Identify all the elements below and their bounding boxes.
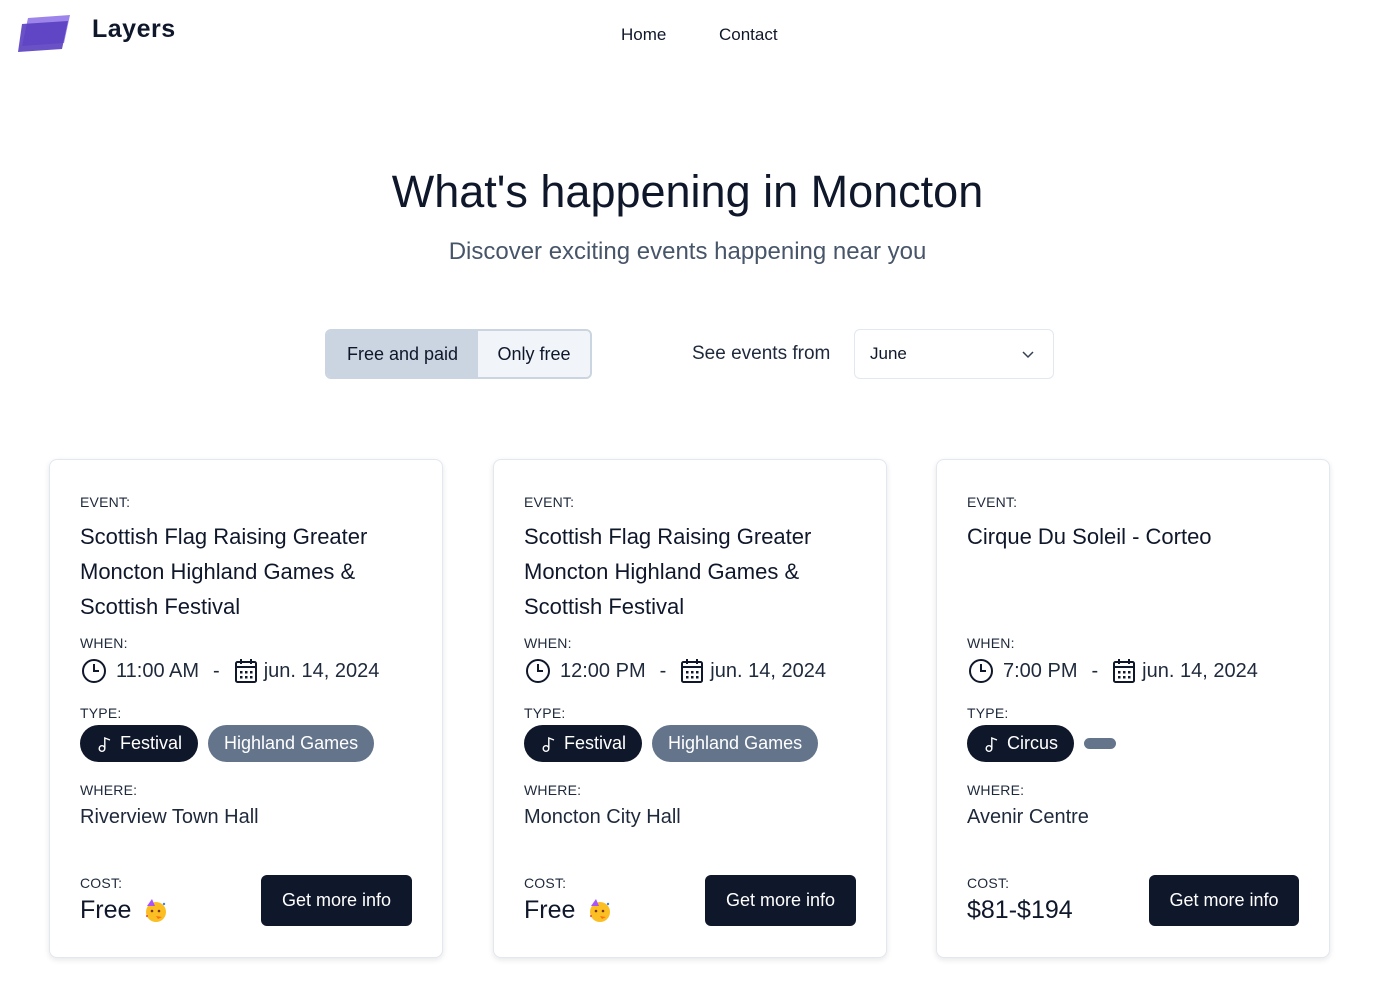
only-free-option[interactable]: Only free (478, 331, 590, 377)
events-from-label: See events from (692, 343, 831, 364)
month-select[interactable]: June (854, 329, 1054, 379)
event-location: Moncton City Hall (524, 806, 681, 828)
type-label: TYPE: (524, 705, 566, 721)
when-label: WHEN: (967, 635, 1015, 651)
type-tag-primary[interactable]: Festival (80, 725, 199, 762)
when-label: WHEN: (524, 635, 572, 651)
where-label: WHERE: (524, 782, 582, 798)
music-note-icon (985, 736, 998, 752)
get-more-info-button[interactable]: Get more info (261, 875, 412, 926)
event-location: Riverview Town Hall (80, 806, 259, 828)
where-label: WHERE: (80, 782, 138, 798)
type-label: TYPE: (80, 705, 122, 721)
page-title: What's happening in Moncton (391, 166, 984, 217)
brand-name[interactable]: Layers (92, 15, 176, 44)
event-card: EVENT: Scottish Flag Raising Greater Mon… (493, 459, 887, 958)
event-type-tags: Festival Highland Games (524, 725, 828, 762)
site-header: Layers Home Contact (0, 0, 1375, 72)
calendar-icon (1113, 659, 1136, 683)
where-label: WHERE: (967, 782, 1025, 798)
get-more-info-button[interactable]: Get more info (1149, 875, 1299, 926)
event-cost: Free (524, 896, 613, 925)
event-label: EVENT: (967, 494, 1018, 510)
page-subtitle: Discover exciting events happening near … (448, 238, 927, 265)
event-title: Scottish Flag Raising Greater Moncton Hi… (80, 524, 368, 619)
time-date-separator: - (659, 659, 667, 682)
event-time: 11:00 AM (116, 659, 200, 682)
event-card: EVENT: Scottish Flag Raising Greater Mon… (49, 459, 443, 958)
calendar-icon (681, 659, 704, 683)
event-card: EVENT: Cirque Du Soleil - Corteo WHEN: 7… (936, 459, 1330, 958)
time-date-separator: - (1091, 659, 1099, 682)
event-cost-value: Free (524, 896, 576, 924)
event-cost: Free (80, 896, 169, 925)
clock-icon (526, 659, 550, 683)
nav-contact-link[interactable]: Contact (719, 25, 778, 45)
event-date: jun. 14, 2024 (1142, 659, 1258, 682)
type-tag-primary[interactable]: Festival (524, 725, 643, 762)
nav-home-link[interactable]: Home (621, 25, 666, 45)
when-label: WHEN: (80, 635, 128, 651)
type-tag-secondary[interactable]: Highland Games (652, 725, 819, 762)
event-date: jun. 14, 2024 (263, 659, 380, 682)
chevron-down-icon (1022, 351, 1034, 359)
event-cost-value: $81-$194 (967, 896, 1073, 924)
type-tag-label: Circus (1007, 733, 1059, 753)
event-location: Avenir Centre (967, 806, 1089, 828)
music-note-icon (98, 736, 111, 752)
event-label: EVENT: (80, 494, 131, 510)
event-when: 11:00 AM - jun. 14, 2024 (80, 656, 379, 686)
type-tag-label: Festival (120, 733, 183, 753)
party-face-icon (146, 898, 167, 922)
cost-label: COST: (80, 875, 123, 891)
event-cost: $81-$194 (967, 896, 1073, 925)
cost-filter-toggle: Free and paid Only free (325, 329, 592, 379)
get-more-info-button[interactable]: Get more info (705, 875, 856, 926)
clock-icon (82, 659, 106, 683)
month-select-value: June (870, 344, 907, 363)
event-type-tags: Festival Highland Games (80, 725, 384, 762)
event-time: 7:00 PM (1003, 659, 1078, 682)
type-tag-empty[interactable] (1084, 738, 1117, 749)
type-tag-secondary[interactable]: Highland Games (208, 725, 375, 762)
calendar-icon (234, 659, 257, 683)
cost-label: COST: (967, 875, 1010, 891)
time-date-separator: - (213, 659, 220, 682)
event-title: Cirque Du Soleil - Corteo (967, 524, 1212, 549)
party-face-icon (590, 898, 611, 922)
event-when: 7:00 PM - jun. 14, 2024 (967, 656, 1258, 686)
music-note-icon (542, 736, 555, 752)
type-label: TYPE: (967, 705, 1009, 721)
event-time: 12:00 PM (560, 659, 646, 682)
type-tag-primary[interactable]: Circus (967, 725, 1075, 762)
event-type-tags: Circus (967, 725, 1126, 762)
event-title: Scottish Flag Raising Greater Moncton Hi… (524, 524, 812, 619)
event-date: jun. 14, 2024 (710, 659, 826, 682)
event-cost-value: Free (80, 896, 132, 924)
event-when: 12:00 PM - jun. 14, 2024 (524, 656, 826, 686)
event-label: EVENT: (524, 494, 575, 510)
clock-icon (969, 659, 993, 683)
cost-label: COST: (524, 875, 567, 891)
free-and-paid-option[interactable]: Free and paid (327, 331, 478, 377)
layers-logo-icon[interactable] (18, 12, 74, 54)
type-tag-label: Festival (564, 733, 627, 753)
